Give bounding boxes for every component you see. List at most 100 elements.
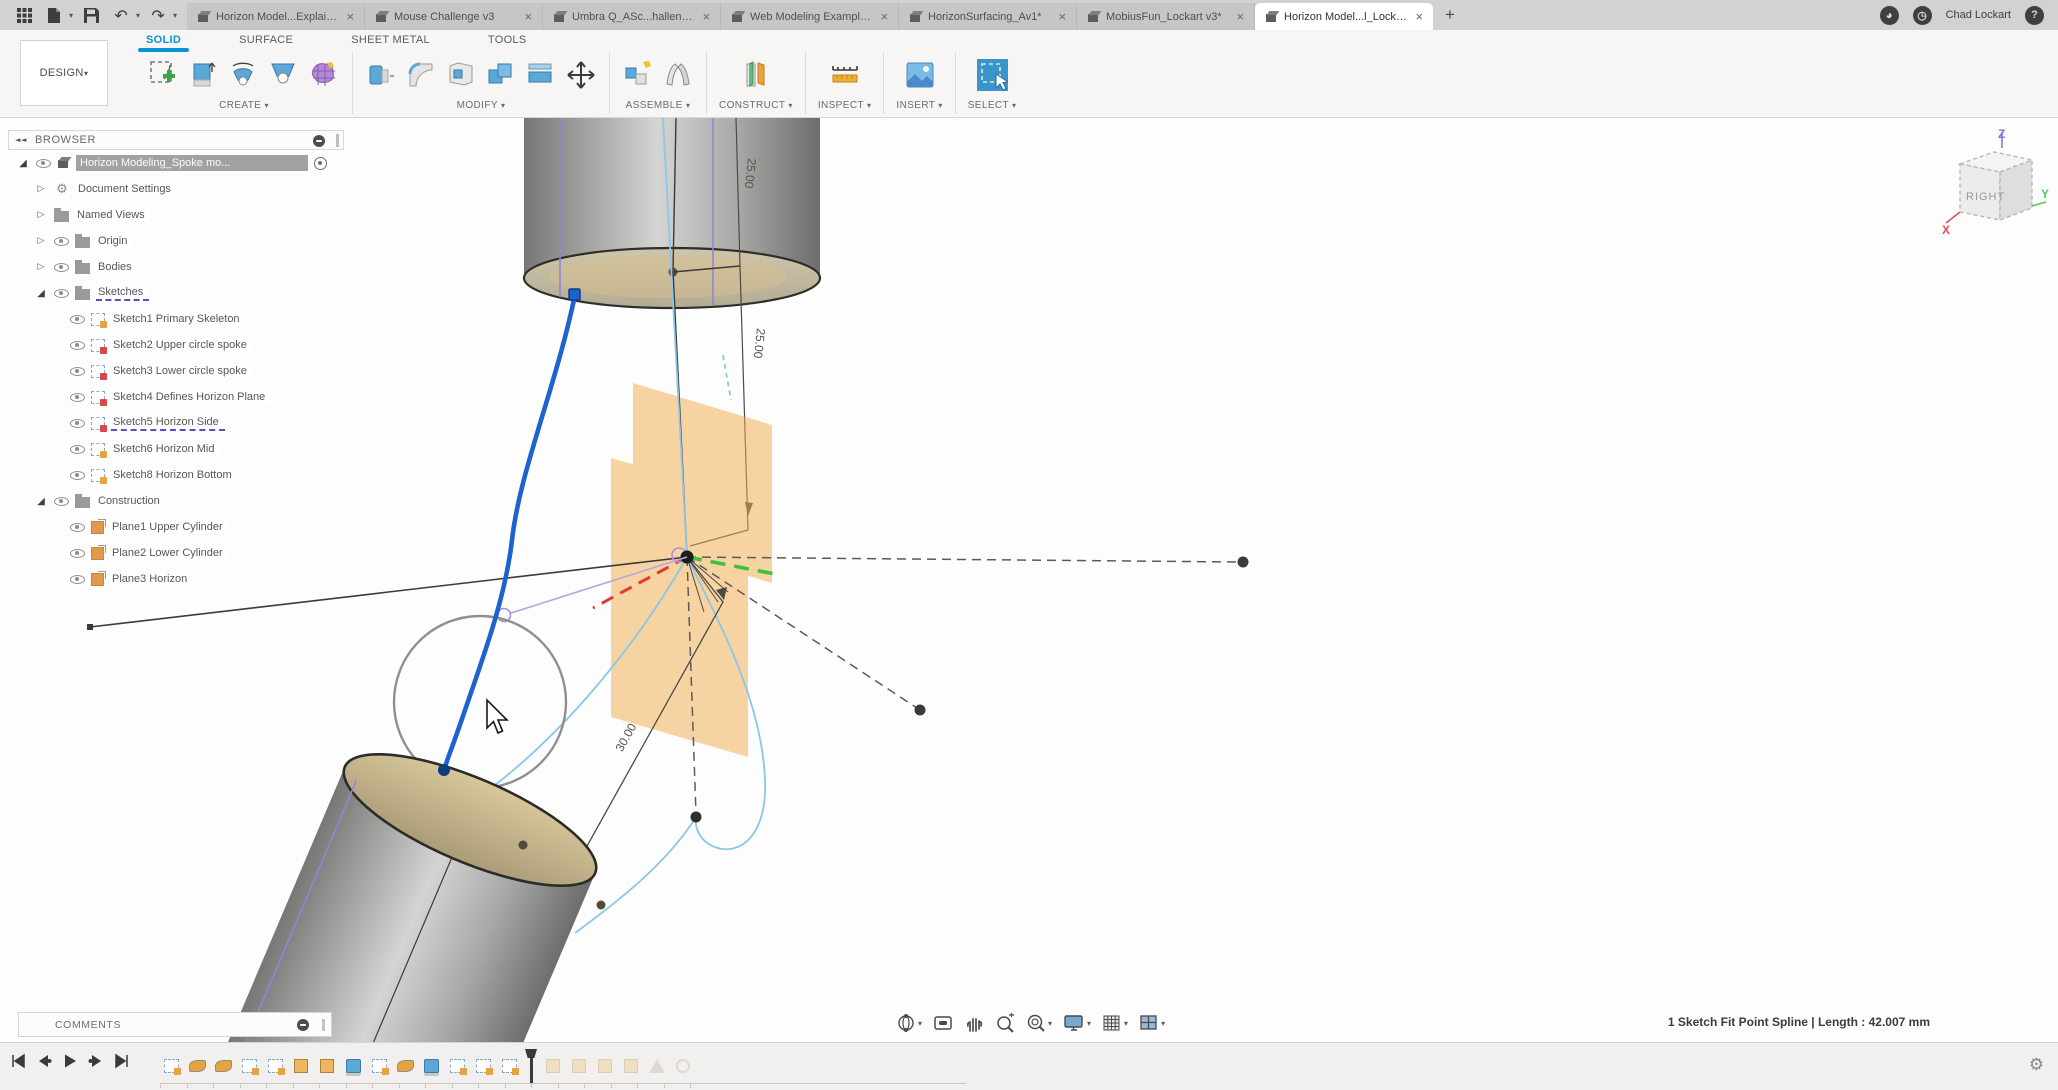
browser-item-document-settings[interactable]: ▷⚙ Document Settings (8, 176, 344, 202)
visibility-eye-icon[interactable] (70, 315, 85, 324)
tab-close-icon[interactable]: × (1056, 9, 1068, 24)
timeline-future-loop[interactable] (670, 1053, 696, 1079)
sketch-item[interactable]: Sketch8 Horizon Bottom (8, 462, 344, 488)
browser-header[interactable]: ◄◄ BROWSER (8, 130, 344, 150)
visibility-eye-icon[interactable] (70, 367, 85, 376)
comments-resize-grip[interactable] (322, 1019, 325, 1031)
visibility-eye-icon[interactable] (70, 445, 85, 454)
lower-cylinder-body[interactable] (216, 728, 612, 1042)
document-tab[interactable]: MobiusFun_Lockart v3* × (1077, 3, 1255, 30)
document-tab[interactable]: HorizonSurfacing_Av1* × (899, 3, 1077, 30)
ribbon-tab-tools[interactable]: TOOLS (482, 32, 533, 50)
sketch-item[interactable]: Sketch5 Horizon Side (8, 410, 344, 436)
viewcube-face-label[interactable]: RIGHT (1966, 191, 2005, 203)
tab-close-icon[interactable]: × (522, 9, 534, 24)
viewports-icon[interactable]: ▾ (1136, 1011, 1168, 1035)
redo-icon[interactable]: ↷ (146, 4, 170, 26)
collapse-panel-icon[interactable]: ◄◄ (15, 136, 27, 144)
timeline-step-back-button[interactable] (36, 1053, 52, 1069)
lower-rim-point[interactable] (597, 901, 606, 910)
ribbon-group-label[interactable]: CONSTRUCT ▾ (719, 100, 793, 111)
selected-fit-point-spline[interactable] (438, 289, 580, 776)
spline-endpoint-bottom[interactable] (438, 764, 450, 776)
activate-component-radio[interactable] (314, 157, 327, 170)
reference-point-right[interactable] (1238, 557, 1249, 568)
visibility-eye-icon[interactable] (70, 341, 85, 350)
timeline-feature-sketch[interactable] (236, 1053, 262, 1079)
visibility-eye-icon[interactable] (70, 523, 85, 532)
timeline-feature-sketch[interactable] (366, 1053, 392, 1079)
collapse-triangle-icon[interactable]: ◢ (16, 158, 30, 169)
ribbon-tab-sheet-metal[interactable]: SHEET METAL (345, 32, 436, 50)
ribbon-group-label[interactable]: MODIFY ▾ (457, 100, 506, 111)
help-icon[interactable]: ? (2025, 6, 2044, 25)
document-tab[interactable]: Horizon Model...Explained v2* × (187, 3, 365, 30)
visibility-eye-icon[interactable] (70, 471, 85, 480)
timeline-settings-gear-icon[interactable]: ⚙ (2029, 1055, 2044, 1075)
sketch-item[interactable]: Sketch3 Lower circle spoke (8, 358, 344, 384)
new-component-icon[interactable] (622, 59, 654, 91)
comments-bar[interactable]: COMMENTS (18, 1012, 332, 1037)
browser-item-bodies[interactable]: ▷ Bodies (8, 254, 344, 280)
timeline-feature-extrude[interactable] (340, 1053, 366, 1079)
sketch-item[interactable]: Sketch1 Primary Skeleton (8, 306, 344, 332)
tab-close-icon[interactable]: × (878, 9, 890, 24)
pan-icon[interactable] (961, 1011, 987, 1035)
sketch-item[interactable]: Sketch6 Horizon Mid (8, 436, 344, 462)
collapse-triangle-icon[interactable]: ◢ (34, 288, 48, 299)
spline-endpoint-top[interactable] (569, 289, 580, 300)
file-menu-caret-icon[interactable]: ▾ (69, 11, 73, 20)
visibility-eye-icon[interactable] (54, 263, 69, 272)
undo-icon[interactable]: ↶ (109, 4, 133, 26)
app-grid-icon[interactable] (12, 4, 36, 26)
spline-fit-point[interactable] (691, 812, 702, 823)
select-box-icon[interactable] (976, 59, 1008, 91)
press-pull-icon[interactable] (365, 59, 397, 91)
timeline-playhead[interactable] (524, 1049, 538, 1083)
visibility-eye-icon[interactable] (54, 497, 69, 506)
undo-caret-icon[interactable]: ▾ (136, 11, 140, 20)
panel-display-icon[interactable] (313, 135, 325, 147)
browser-item-named-views[interactable]: ▷ Named Views (8, 202, 344, 228)
orbit-icon[interactable]: ▾ (893, 1011, 925, 1035)
insert-image-icon[interactable] (904, 59, 936, 91)
timeline-feature-plane[interactable] (288, 1053, 314, 1079)
root-component-name[interactable]: Horizon Modeling_Spoke mo... (76, 155, 308, 171)
timeline-skip-end-button[interactable] (114, 1053, 130, 1069)
comments-display-icon[interactable] (297, 1019, 309, 1031)
fit-icon[interactable]: ▾ (1023, 1011, 1055, 1035)
new-tab-button[interactable]: + (1433, 5, 1467, 25)
construction-plane-item[interactable]: Plane1 Upper Cylinder (8, 514, 344, 540)
redo-caret-icon[interactable]: ▾ (173, 11, 177, 20)
revolve-icon[interactable] (228, 59, 260, 91)
tab-close-icon[interactable]: × (344, 9, 356, 24)
combine-icon[interactable] (485, 59, 517, 91)
display-settings-icon[interactable]: ▾ (1060, 1011, 1094, 1035)
grid-settings-icon[interactable]: ▾ (1099, 1011, 1131, 1035)
construction-plane-icon[interactable] (740, 59, 772, 91)
timeline-feature-extrude[interactable] (418, 1053, 444, 1079)
reference-point-diagonal[interactable] (915, 705, 926, 716)
sketch-item[interactable]: Sketch4 Defines Horizon Plane (8, 384, 344, 410)
timeline-future-plane[interactable] (592, 1053, 618, 1079)
move-icon[interactable] (565, 59, 597, 91)
ribbon-group-label[interactable]: INSPECT ▾ (818, 100, 872, 111)
expand-triangle-icon[interactable]: ▷ (34, 184, 48, 194)
timeline-future-plane[interactable] (566, 1053, 592, 1079)
timeline-feature-sketch[interactable] (470, 1053, 496, 1079)
timeline-feature-sketch[interactable] (444, 1053, 470, 1079)
tab-close-icon[interactable]: × (1413, 9, 1425, 24)
shell-icon[interactable] (445, 59, 477, 91)
visibility-eye-icon[interactable] (36, 159, 51, 168)
timeline-feature-sketch[interactable] (496, 1053, 522, 1079)
construction-plane-item[interactable]: Plane2 Lower Cylinder (8, 540, 344, 566)
tab-close-icon[interactable]: × (1234, 9, 1246, 24)
document-tab[interactable]: Mouse Challenge v3 × (365, 3, 543, 30)
expand-triangle-icon[interactable]: ▷ (34, 210, 48, 220)
timeline-future-cone[interactable] (644, 1053, 670, 1079)
measure-icon[interactable] (829, 59, 861, 91)
file-menu-icon[interactable] (42, 4, 66, 26)
joint-icon[interactable] (662, 59, 694, 91)
save-icon[interactable] (79, 4, 103, 26)
split-icon[interactable] (525, 59, 557, 91)
